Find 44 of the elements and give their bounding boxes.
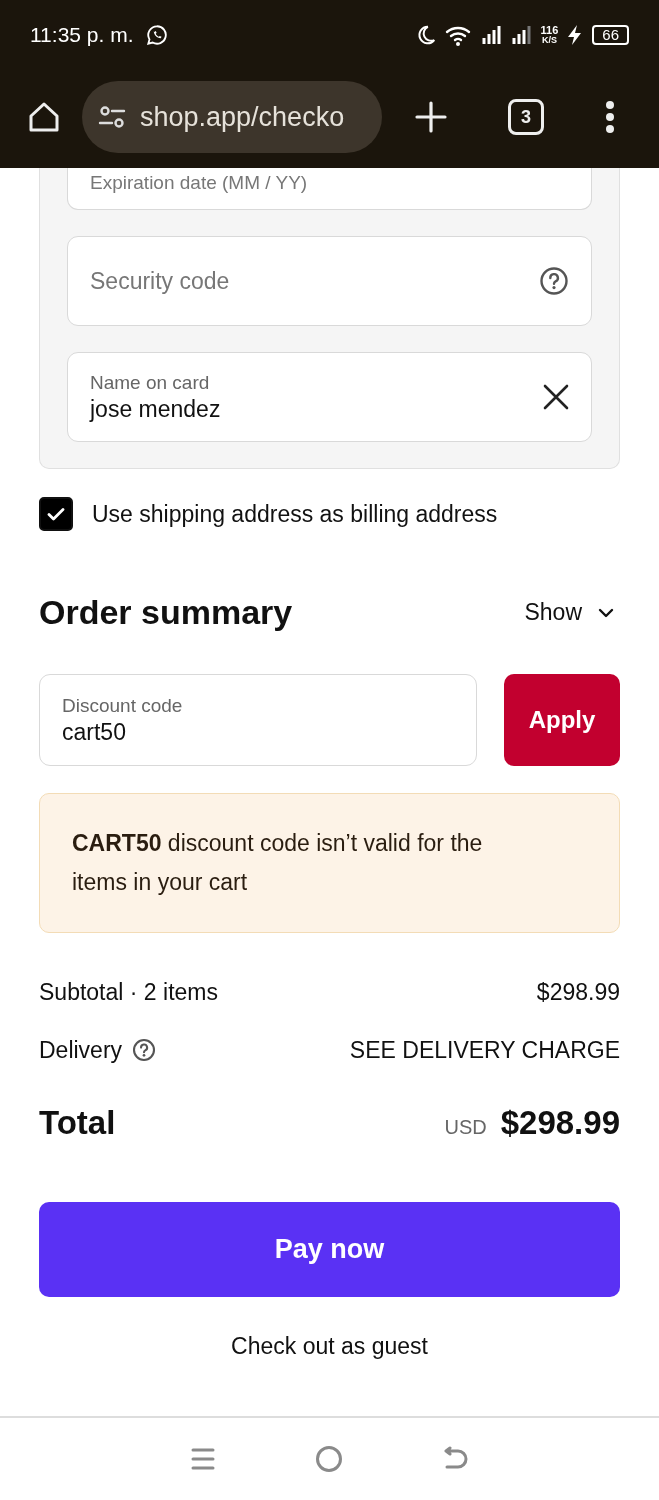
total-label: Total: [39, 1104, 116, 1142]
field-value: cart50: [62, 718, 127, 746]
help-icon[interactable]: [132, 1038, 157, 1062]
tune-icon: [98, 103, 126, 131]
network-speed: 116: [540, 25, 559, 36]
more-icon[interactable]: [604, 100, 616, 134]
battery-level: 66: [592, 25, 629, 45]
tab-count-button[interactable]: 3: [508, 99, 544, 135]
field-label: Name on card: [90, 371, 211, 394]
show-toggle[interactable]: Show: [524, 599, 620, 626]
clock-time: 11:35 p. m.: [30, 23, 134, 47]
signal-icon: [480, 24, 503, 46]
chat-bubble-icon: [145, 24, 168, 46]
discount-field[interactable]: Discount code cart50: [39, 674, 477, 766]
signal-icon: [510, 24, 533, 46]
input-field[interactable]: Expiration date (MM / YY): [67, 168, 592, 210]
field-value: jose mendez: [90, 395, 222, 423]
field-label: Discount code: [62, 694, 184, 717]
currency-code: USD: [444, 1116, 487, 1139]
section-heading: Order summary: [39, 593, 293, 632]
line-label: Subtotal · 2 items: [39, 978, 218, 1006]
checkbox[interactable]: [39, 497, 73, 531]
input-field[interactable]: Name on card jose mendez: [67, 352, 592, 442]
home-circle-icon[interactable]: [314, 1445, 343, 1473]
warning-message: CART50 discount code isn’t valid for the items in your cart: [72, 829, 484, 897]
line-label: Delivery: [39, 1036, 123, 1064]
placeholder-text: Security code: [90, 267, 231, 295]
address-bar[interactable]: shop.app/checko: [82, 81, 382, 153]
speed-unit: K/S: [541, 36, 557, 45]
plus-icon[interactable]: [414, 100, 448, 134]
help-icon[interactable]: [539, 266, 569, 296]
placeholder-text: Expiration date (MM / YY): [90, 172, 309, 194]
line-value: SEE DELIVERY CHARGE: [349, 1036, 620, 1064]
guest-checkout-link[interactable]: Check out as guest: [231, 1333, 428, 1360]
chevron-icon: [598, 607, 614, 618]
checkbox-label: Use shipping address as billing address: [92, 500, 498, 528]
pay-now-button[interactable]: Pay now: [39, 1202, 620, 1297]
input-field[interactable]: Security code: [67, 236, 592, 326]
apply-button[interactable]: Apply: [504, 674, 620, 766]
wifi-icon: [444, 24, 473, 46]
menu-icon[interactable]: [189, 1447, 216, 1471]
close-icon[interactable]: [543, 384, 569, 410]
line-value: $298.99: [536, 978, 620, 1006]
total-amount: $298.99: [500, 1104, 620, 1142]
